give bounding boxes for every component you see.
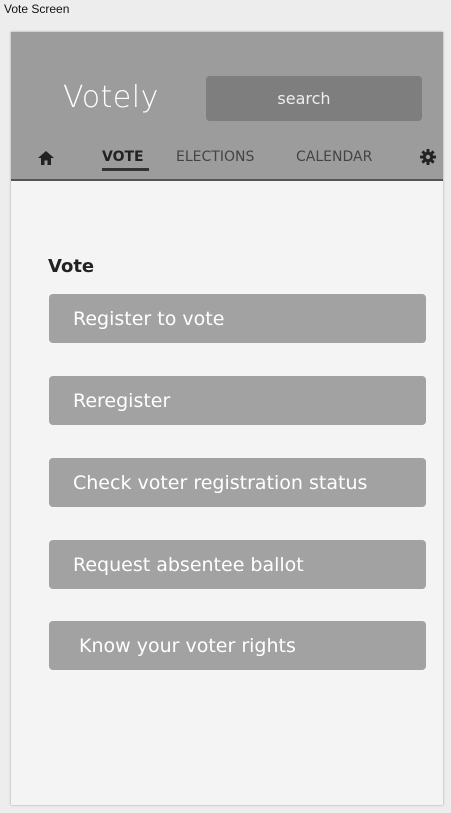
request-absentee-ballot-button[interactable]: Request absentee ballot [49, 540, 426, 589]
reregister-button[interactable]: Reregister [49, 376, 426, 425]
tab-vote[interactable]: VOTE [102, 149, 144, 165]
home-icon[interactable] [38, 151, 54, 170]
tab-calendar[interactable]: CALENDAR [296, 149, 372, 165]
gear-icon[interactable] [420, 149, 436, 170]
search-input[interactable]: search [206, 76, 422, 121]
tab-elections[interactable]: ELECTIONS [176, 149, 254, 165]
active-tab-indicator [102, 168, 149, 171]
check-registration-status-button[interactable]: Check voter registration status [49, 458, 426, 507]
know-voter-rights-button[interactable]: Know your voter rights [49, 621, 426, 670]
section-heading: Vote [48, 256, 95, 277]
app-title: Votely [63, 80, 159, 115]
register-to-vote-button[interactable]: Register to vote [49, 294, 426, 343]
window-title: Vote Screen [4, 2, 70, 16]
